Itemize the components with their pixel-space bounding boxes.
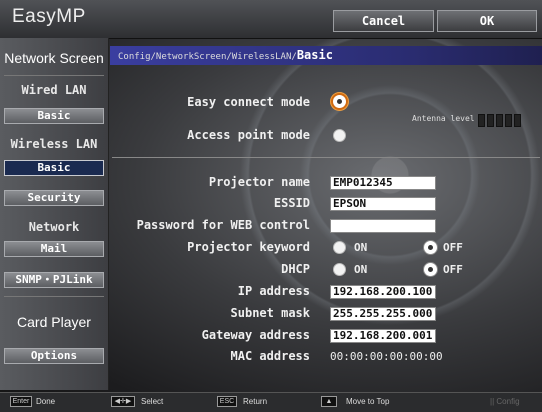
- ok-button[interactable]: OK: [437, 10, 537, 32]
- sidebar-item-options[interactable]: Options: [4, 348, 104, 364]
- divider: [4, 296, 104, 297]
- esc-key-icon: ESC: [217, 396, 237, 407]
- password-label: Password for WEB control: [136, 218, 310, 232]
- sidebar-network-screen[interactable]: Network Screen: [0, 50, 108, 66]
- footer-select: Select: [141, 397, 164, 406]
- cancel-button[interactable]: Cancel: [333, 10, 434, 32]
- mac-address-label: MAC address: [230, 349, 310, 363]
- sidebar-network-label: Network: [28, 220, 80, 234]
- subnet-mask-label: Subnet mask: [230, 306, 310, 320]
- enter-key-icon: Enter: [10, 396, 32, 407]
- footer-return: Return: [243, 397, 268, 406]
- footer-config: || Config: [490, 397, 520, 406]
- divider: [4, 75, 104, 76]
- app-title: EasyMP: [12, 6, 86, 27]
- access-point-label: Access point mode: [187, 128, 310, 142]
- sidebar-wired-lan-label: Wired LAN: [21, 83, 87, 97]
- sidebar-item-wired-basic[interactable]: Basic: [4, 108, 104, 124]
- arrow-keys-icon: ◀✛▶: [111, 396, 135, 407]
- header: EasyMP Cancel OK: [0, 0, 542, 39]
- keyword-off-radio[interactable]: [424, 241, 437, 254]
- dhcp-off-label: OFF: [443, 263, 463, 276]
- essid-label: ESSID: [273, 196, 310, 210]
- dhcp-off-radio[interactable]: [424, 263, 437, 276]
- sidebar-card-player[interactable]: Card Player: [0, 314, 108, 330]
- dhcp-on-label: ON: [354, 263, 368, 276]
- ip-address-label: IP address: [237, 284, 310, 298]
- essid-field[interactable]: EPSON: [330, 197, 436, 211]
- footer-config-label: Config: [496, 397, 520, 406]
- sidebar-wireless-lan-label: Wireless LAN: [10, 137, 98, 151]
- gateway-address-label: Gateway address: [201, 328, 310, 342]
- antenna-level-icon: [478, 112, 523, 131]
- footer-move-to-top: Move to Top: [346, 397, 390, 406]
- breadcrumb-current: Basic: [296, 48, 333, 62]
- projector-name-field[interactable]: EMP012345: [330, 176, 436, 190]
- breadcrumb: Config/NetworkScreen/WirelessLAN/Basic: [110, 46, 542, 65]
- subnet-mask-field[interactable]: 255.255.255.000: [330, 307, 436, 321]
- sidebar-item-security[interactable]: Security: [4, 190, 104, 206]
- easy-connect-label: Easy connect mode: [187, 95, 310, 109]
- sidebar-item-mail[interactable]: Mail: [4, 241, 104, 257]
- keyword-on-radio[interactable]: [333, 241, 346, 254]
- gateway-address-field[interactable]: 192.168.200.001: [330, 329, 436, 343]
- ip-address-field[interactable]: 192.168.200.100: [330, 285, 436, 299]
- projector-keyword-label: Projector keyword: [187, 240, 310, 254]
- footer-done: Done: [36, 397, 56, 406]
- top-key-icon: ▲: [321, 396, 337, 407]
- dhcp-label: DHCP: [281, 262, 310, 276]
- projector-name-label: Projector name: [208, 175, 310, 189]
- antenna-level-label: Antenna level: [412, 114, 475, 123]
- sidebar-item-snmp-pjlink[interactable]: SNMP・PJLink: [4, 272, 104, 288]
- sidebar: Network Screen Wired LAN Basic Wireless …: [0, 38, 109, 390]
- password-field[interactable]: [330, 219, 436, 233]
- dhcp-on-radio[interactable]: [333, 263, 346, 276]
- easy-connect-radio[interactable]: [333, 95, 346, 108]
- sidebar-item-wireless-basic[interactable]: Basic: [4, 160, 104, 176]
- keyword-on-label: ON: [354, 241, 368, 254]
- divider: [112, 157, 540, 158]
- access-point-radio[interactable]: [333, 129, 346, 142]
- breadcrumb-path: Config/NetworkScreen/WirelessLAN/: [118, 52, 297, 62]
- footer: Enter Done ◀✛▶ Select ESC Return ▲ Move …: [0, 392, 542, 412]
- keyword-off-label: OFF: [443, 241, 463, 254]
- mac-address-value: 00:00:00:00:00:00: [330, 350, 443, 363]
